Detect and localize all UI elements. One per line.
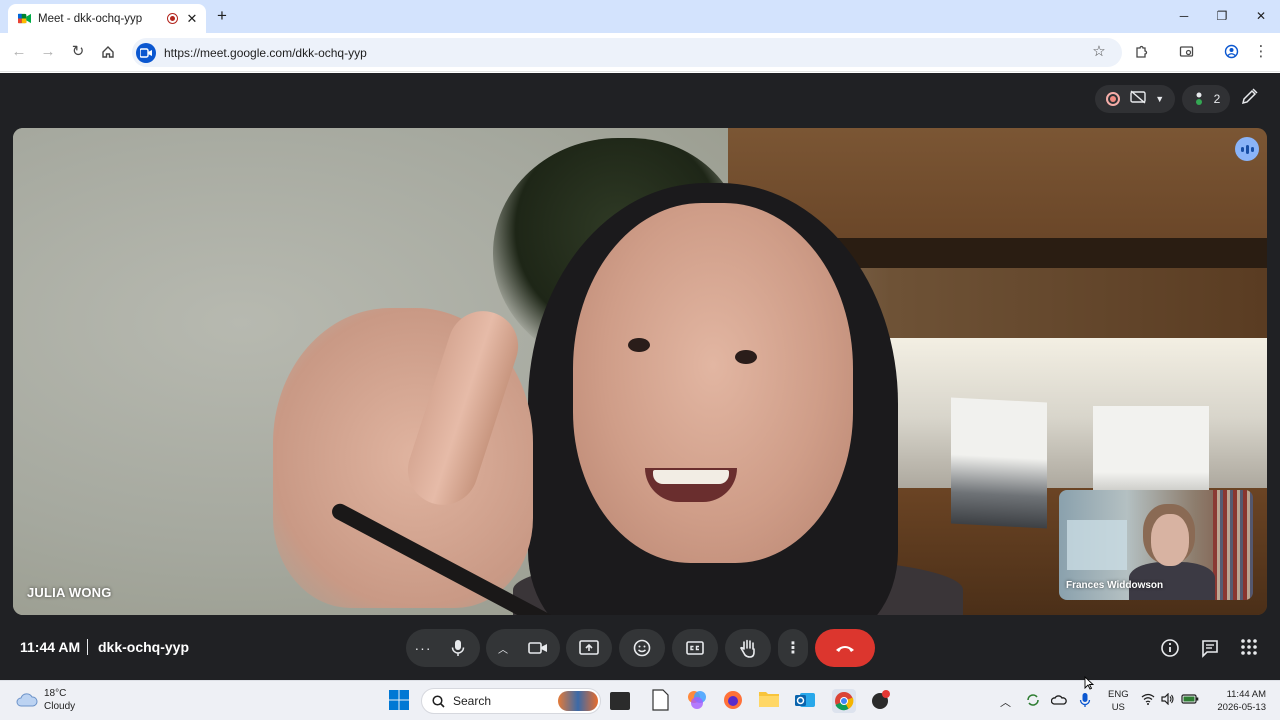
task-view-icon[interactable] [610,692,630,710]
google-meet-icon [18,13,31,24]
captions-button[interactable] [672,629,718,667]
address-bar[interactable]: https://meet.google.com/dkk-ochq-yyp [132,38,1122,67]
taskbar-search[interactable]: Search [421,688,601,714]
forward-icon[interactable]: → [38,42,58,62]
emoji-icon [633,639,651,657]
camera-group: ︿ [486,629,560,667]
audio-options-icon[interactable]: ··· [408,640,438,656]
wifi-icon[interactable] [1141,693,1155,708]
self-view-tile[interactable]: Frances Widdowson [1059,490,1253,600]
activities-button[interactable] [1240,638,1260,658]
recorder-app-icon[interactable] [870,689,894,713]
url-text: https://meet.google.com/dkk-ochq-yyp [164,45,367,60]
battery-icon[interactable] [1181,693,1199,708]
captions-icon [686,641,704,655]
chevron-up-icon[interactable]: ︿ [488,641,518,656]
raise-hand-button[interactable] [725,629,771,667]
speaking-indicator-icon [1235,137,1259,161]
participant-count: 2 [1213,92,1221,106]
browser-tab-strip: Meet - dkk-ochq-yyp ✕ + ─ ❐ ✕ [0,0,1280,33]
weather-widget[interactable]: 18°C Cloudy [16,687,75,713]
outlook-icon[interactable] [794,689,818,713]
participants-button[interactable]: 2 [1182,85,1230,113]
tab-title: Meet - dkk-ochq-yyp [38,12,143,25]
captions-off-icon[interactable] [1129,89,1146,109]
main-video-tile: JULIA WONG Frances Widdowson [13,128,1267,615]
browser-menu-icon[interactable]: ⋮ [1251,42,1271,62]
apps-grid-icon [1241,639,1257,655]
reactions-button[interactable] [619,629,665,667]
meet-control-bar: 11:44 AM dkk-ochq-yyp ··· ︿ ⋮ [0,621,1280,673]
divider [87,639,88,655]
profile-icon[interactable] [1221,42,1241,62]
reload-icon[interactable]: ↻ [68,42,88,62]
region-code: US [1111,702,1125,713]
weather-temp: 18°C [44,688,67,699]
browser-tab-meet[interactable]: Meet - dkk-ochq-yyp ✕ [8,4,206,33]
camera-icon[interactable] [518,641,558,655]
pip-participant-name: Frances Widdowson [1066,580,1164,591]
show-hidden-icons-icon[interactable]: ︿ [1000,694,1011,710]
chat-icon [1202,640,1218,658]
site-info-icon[interactable] [136,42,156,63]
microphone-in-use-icon[interactable] [1079,692,1091,711]
browser-toolbar: ← → ↻ https://meet.google.com/dkk-ochq-y… [0,33,1280,72]
more-vert-icon: ⋮ [785,640,801,657]
input-language[interactable]: ENG US [1108,688,1129,714]
search-icon [432,694,445,708]
chevron-down-icon[interactable]: ▼ [1155,94,1164,104]
file-explorer-icon[interactable] [758,689,782,713]
minimize-icon[interactable]: ─ [1174,6,1194,26]
leave-call-button[interactable] [815,629,875,667]
clock-time: 11:44 AM [1226,689,1266,700]
people-icon [1192,91,1206,108]
main-participant-name: JULIA WONG [27,585,112,600]
home-icon[interactable] [98,42,118,62]
wall-art-frame [951,397,1047,529]
tab-close-icon[interactable]: ✕ [186,11,198,27]
copilot-icon[interactable] [686,689,710,713]
microphone-icon[interactable] [438,639,478,657]
meet-call-area: ▼ 2 JULIA WONG Frances Widdowson 11:44 A… [0,73,1280,680]
windows-start-icon[interactable] [388,689,412,713]
file-icon[interactable] [650,689,674,713]
end-call-icon [836,646,854,652]
meeting-code: dkk-ochq-yyp [98,639,190,655]
close-window-icon[interactable]: ✕ [1251,6,1271,26]
meeting-time: 11:44 AM [20,639,81,655]
hand-icon [740,639,755,658]
cloud-icon [16,693,38,707]
firefox-icon[interactable] [722,689,746,713]
mouse-cursor-icon [1084,676,1094,690]
search-label: Search [453,694,492,708]
edit-pen-icon[interactable] [1239,87,1263,111]
info-icon [1161,639,1179,657]
volume-icon[interactable] [1161,692,1175,708]
onedrive-icon[interactable] [1050,692,1067,711]
sync-icon[interactable] [1025,692,1041,711]
bookmark-star-icon[interactable]: ☆ [1089,42,1109,62]
extensions-icon[interactable] [1131,42,1151,62]
chat-button[interactable] [1200,638,1220,658]
meeting-details-button[interactable] [1160,638,1180,658]
more-options-button[interactable]: ⋮ [778,629,808,667]
microphone-group: ··· [406,629,480,667]
search-highlight-icon [558,691,598,711]
clock-date: 2026-05-13 [1217,702,1266,713]
present-screen-button[interactable] [566,629,612,667]
language-code: ENG [1108,689,1129,700]
tab-search-icon[interactable] [1176,42,1196,62]
new-tab-button[interactable]: + [212,6,232,26]
recording-indicator-icon [167,13,178,24]
recording-icon[interactable] [1105,92,1120,106]
system-clock[interactable]: 11:44 AM 2026-05-13 [1210,688,1266,714]
weather-desc: Cloudy [44,701,76,712]
maximize-icon[interactable]: ❐ [1212,6,1232,26]
recording-controls[interactable]: ▼ [1095,85,1175,113]
back-icon[interactable]: ← [9,42,29,62]
chrome-icon[interactable] [832,689,856,713]
present-screen-icon [579,640,599,655]
